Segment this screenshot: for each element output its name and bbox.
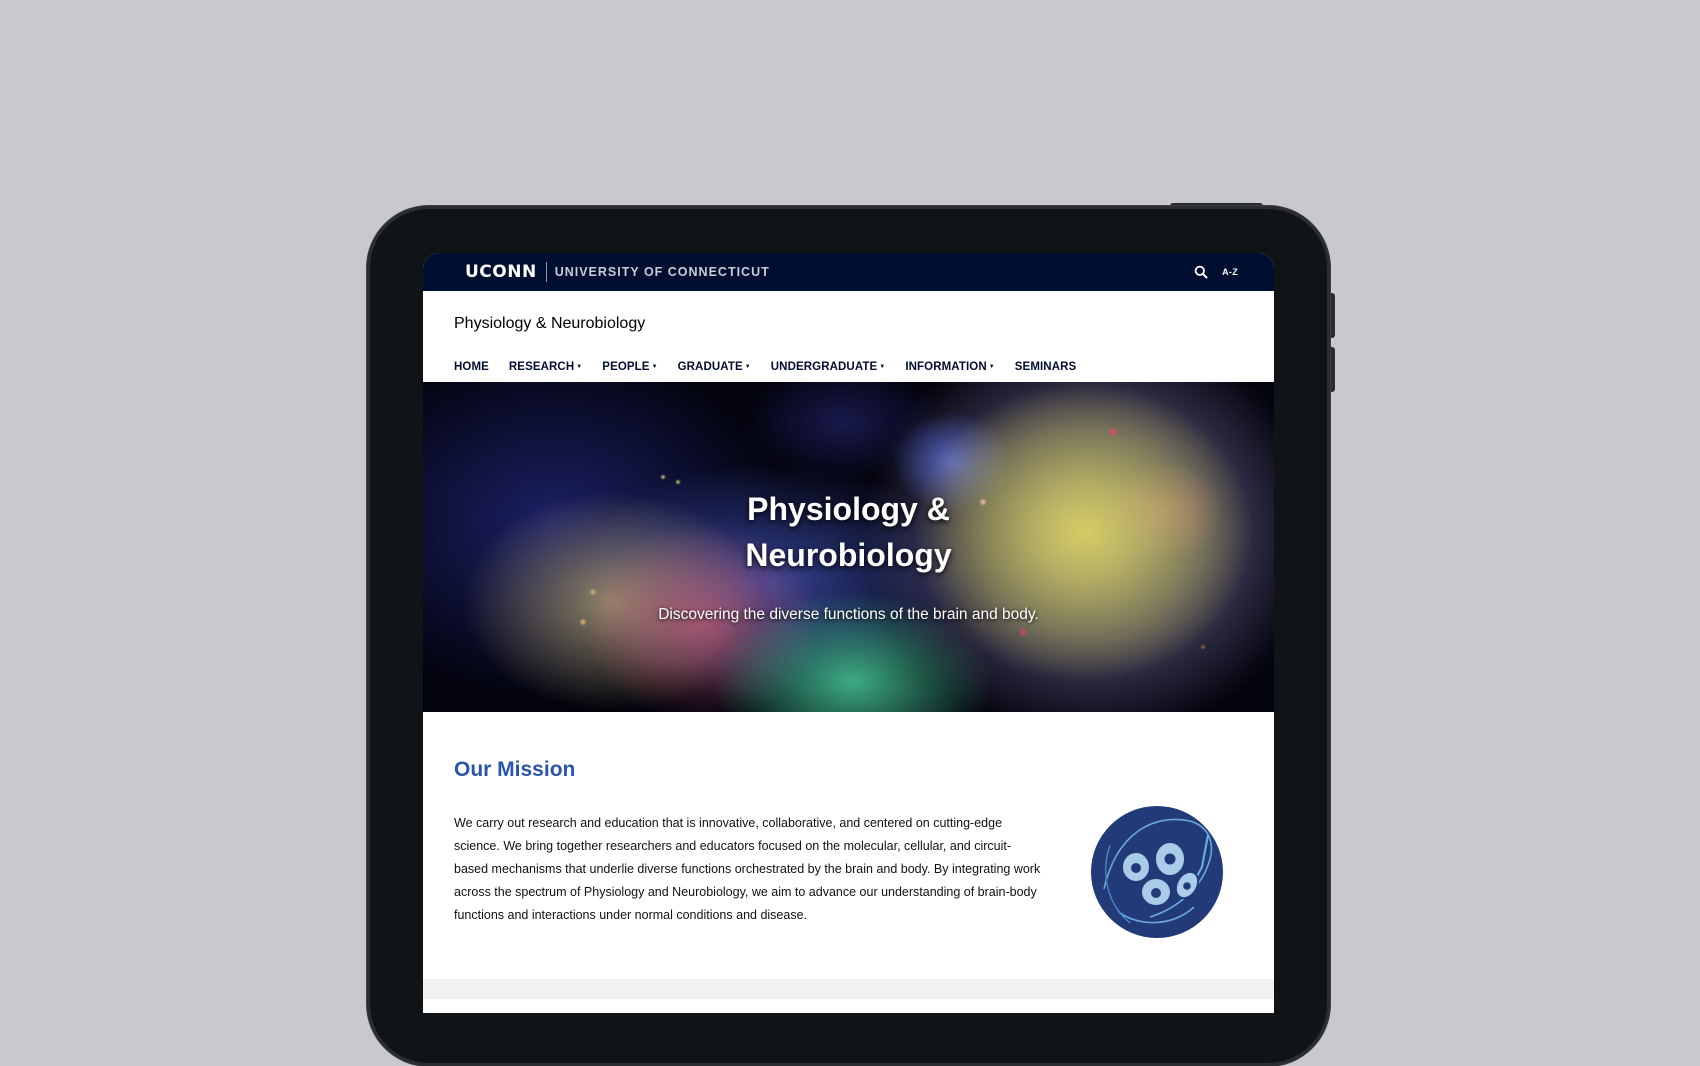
mission-text: We carry out research and education that… <box>454 816 1041 922</box>
hero-subtitle: Discovering the diverse functions of the… <box>658 606 1039 623</box>
nav-item-seminars[interactable]: SEMINARS <box>1015 361 1077 373</box>
university-topbar: UCONN UNIVERSITY OF CONNECTICUT A-Z <box>423 253 1274 291</box>
tablet-volume-up-button <box>1330 293 1335 338</box>
site-header: Physiology & Neurobiology <box>423 291 1274 351</box>
topbar-tools: A-Z <box>1194 265 1238 279</box>
hero-title-line-2: Neurobiology <box>745 537 952 573</box>
nav-item-label: HOME <box>454 360 489 373</box>
nav-item-information[interactable]: INFORMATION ▼ <box>905 361 994 373</box>
hero-title-line-1: Physiology & <box>747 491 950 527</box>
nav-item-label: GRADUATE <box>677 360 743 373</box>
nav-item-label: PEOPLE <box>602 360 650 373</box>
caret-down-icon: ▼ <box>988 363 995 370</box>
nav-item-undergraduate[interactable]: UNDERGRADUATE ▼ <box>771 361 886 373</box>
nav-item-research[interactable]: RESEARCH ▼ <box>509 361 582 373</box>
nav-item-label: RESEARCH <box>508 360 575 373</box>
tablet-volume-down-button <box>1330 347 1335 392</box>
nav-item-label: UNDERGRADUATE <box>770 360 878 373</box>
caret-down-icon: ▼ <box>651 363 658 370</box>
search-icon[interactable] <box>1194 265 1208 279</box>
main-navigation: HOME RESEARCH ▼ PEOPLE ▼ GRADUATE ▼ UNDE… <box>423 351 1274 382</box>
caret-down-icon: ▼ <box>744 363 751 370</box>
mission-section: Our Mission We carry out research and ed… <box>423 712 1274 979</box>
university-name-link[interactable]: UNIVERSITY OF CONNECTICUT <box>555 265 770 279</box>
hero-title: Physiology & Neurobiology <box>423 486 1274 578</box>
caret-down-icon: ▼ <box>576 363 583 370</box>
nav-item-graduate[interactable]: GRADUATE ▼ <box>678 361 751 373</box>
hero-banner: Physiology & Neurobiology Discovering th… <box>423 382 1274 712</box>
caret-down-icon: ▼ <box>879 363 886 370</box>
tablet-screen: UCONN UNIVERSITY OF CONNECTICUT A-Z Phys… <box>423 253 1274 1013</box>
brand-divider <box>545 262 547 282</box>
cells-icon <box>1090 805 1224 939</box>
mission-title: Our Mission <box>454 758 576 781</box>
uconn-logo[interactable]: UCONN <box>465 262 537 282</box>
site-title-link[interactable]: Physiology & Neurobiology <box>454 309 645 333</box>
nav-item-home[interactable]: HOME <box>454 361 489 373</box>
nav-item-people[interactable]: PEOPLE ▼ <box>602 361 657 373</box>
nav-item-label: INFORMATION <box>905 360 987 373</box>
nav-item-label: SEMINARS <box>1014 360 1077 373</box>
next-section-strip <box>423 979 1274 999</box>
a-z-index-link[interactable]: A-Z <box>1222 267 1238 277</box>
